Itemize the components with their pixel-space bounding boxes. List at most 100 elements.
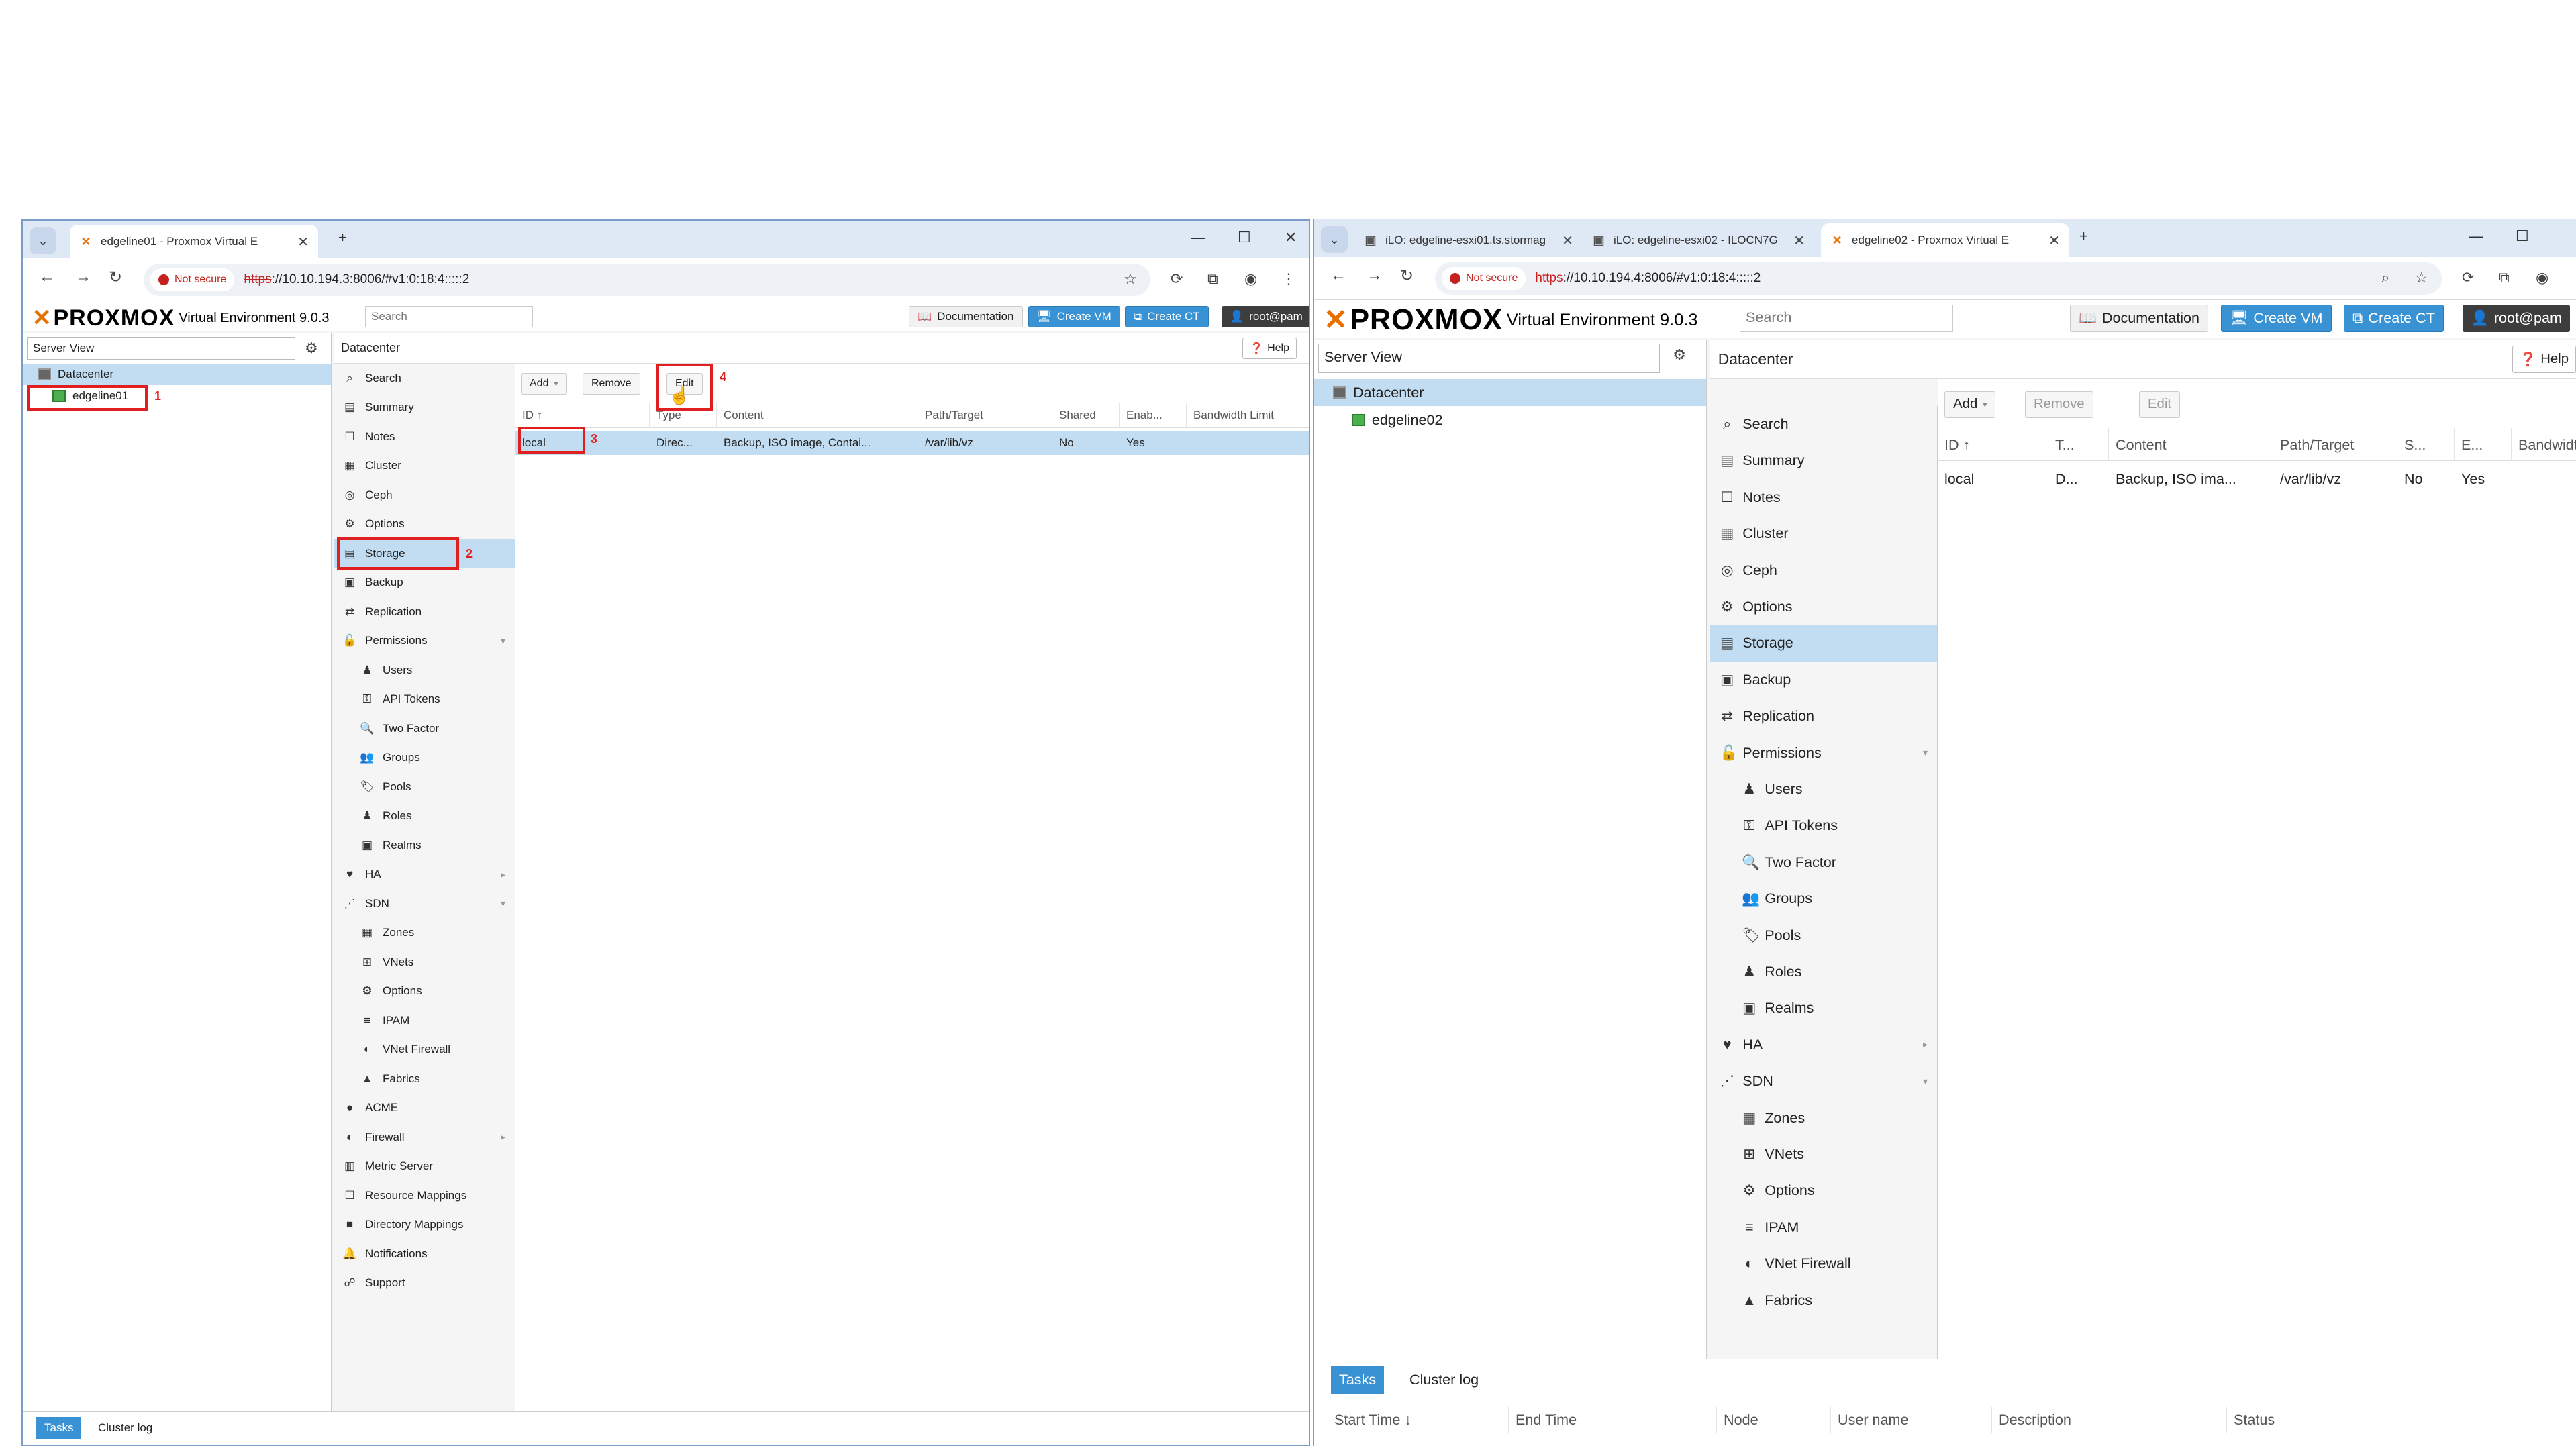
- back-icon[interactable]: ←: [39, 268, 55, 287]
- documentation-button[interactable]: 📖 Documentation: [2070, 305, 2209, 332]
- menu-item-two-factor[interactable]: 🔍 Two Factor: [334, 714, 515, 743]
- menu-item-pools[interactable]: 🏷 Pools: [1710, 917, 1937, 953]
- maximize-icon[interactable]: ☐: [1238, 229, 1251, 246]
- table-row[interactable]: local Direc... Backup, ISO image, Contai..…: [515, 431, 1309, 455]
- menu-item-zones[interactable]: ▦ Zones: [334, 919, 515, 948]
- menu-item-summary[interactable]: ▤ Summary: [1710, 442, 1937, 478]
- menu-item-ha[interactable]: ♥ HA ▸: [1710, 1027, 1937, 1063]
- maximize-icon[interactable]: ☐: [2516, 227, 2529, 245]
- tree-settings-gear-icon[interactable]: ⚙: [1673, 346, 1686, 364]
- reload-icon[interactable]: ↻: [109, 268, 122, 287]
- menu-item-cluster[interactable]: ▦ Cluster: [1710, 515, 1937, 552]
- zoom-icon[interactable]: ⌕: [2381, 269, 2389, 287]
- user-menu-button[interactable]: 👤 root@pam: [1222, 306, 1309, 327]
- tree-item-node[interactable]: edgeline02: [1314, 406, 1706, 433]
- expand-arrow-icon[interactable]: ▸: [501, 1131, 505, 1143]
- browser-tab[interactable]: ▣ iLO: edgeline-esxi02 - ILOCN7G ✕: [1583, 223, 1814, 257]
- expand-arrow-icon[interactable]: ▸: [501, 869, 505, 880]
- menu-item-support[interactable]: ☍ Support: [334, 1269, 515, 1298]
- column-header[interactable]: Bandwidt...: [2512, 428, 2576, 460]
- menu-item-backup[interactable]: ▣ Backup: [334, 568, 515, 598]
- collapse-arrow-icon[interactable]: ▾: [1923, 747, 1928, 758]
- menu-item-sdn[interactable]: ⋰ SDN ▾: [334, 889, 515, 919]
- menu-item-ceph[interactable]: ◎ Ceph: [334, 480, 515, 510]
- create-vm-button[interactable]: 🖥 Create VM: [2221, 305, 2332, 332]
- column-header[interactable]: Path/Target: [918, 403, 1052, 428]
- column-header[interactable]: S...: [2397, 428, 2455, 461]
- not-secure-badge[interactable]: Not secure: [150, 268, 235, 291]
- menu-item-ipam[interactable]: ≡ IPAM: [1710, 1209, 1937, 1245]
- remove-button[interactable]: Remove: [2025, 391, 2093, 419]
- column-header[interactable]: ID ↑: [515, 403, 650, 428]
- menu-item-api-tokens[interactable]: ⚿ API Tokens: [1710, 807, 1937, 843]
- tab-list-button[interactable]: ⌄: [1321, 226, 1348, 253]
- add-button[interactable]: Add ▾: [1944, 391, 1996, 419]
- menu-item-notes[interactable]: ☐ Notes: [1710, 479, 1937, 515]
- puzzle-icon[interactable]: ⧉: [1207, 270, 1218, 288]
- header-search-input[interactable]: Search: [1740, 305, 1953, 332]
- reload-icon[interactable]: ↻: [1400, 266, 1414, 286]
- tab-list-button[interactable]: ⌄: [30, 227, 56, 254]
- profile-avatar-icon[interactable]: ◉: [1244, 270, 1257, 288]
- column-header[interactable]: Path/Target: [2273, 428, 2397, 461]
- menu-item-fabrics[interactable]: ▲ Fabrics: [334, 1064, 515, 1094]
- column-header[interactable]: Enab...: [1120, 403, 1187, 428]
- extension-icon[interactable]: ⟳: [2462, 269, 2474, 287]
- bookmark-star-icon[interactable]: ☆: [1124, 270, 1137, 288]
- browser-menu-icon[interactable]: ⋮: [1281, 270, 1296, 288]
- menu-item-ceph[interactable]: ◎ Ceph: [1710, 552, 1937, 588]
- menu-item-sdn-options[interactable]: ⚙ Options: [1710, 1172, 1937, 1208]
- tab-tasks[interactable]: Tasks: [1331, 1366, 1385, 1394]
- forward-icon[interactable]: →: [75, 268, 91, 287]
- not-secure-badge[interactable]: Not secure: [1442, 267, 1526, 290]
- menu-item-search[interactable]: ⌕ Search: [334, 364, 515, 393]
- task-column-header[interactable]: Status: [2227, 1407, 2576, 1433]
- tree-item-datacenter[interactable]: Datacenter: [1314, 378, 1706, 407]
- menu-item-sdn[interactable]: ⋰ SDN ▾: [1710, 1063, 1937, 1099]
- menu-item-storage[interactable]: ▤ Storage: [1710, 625, 1937, 662]
- menu-item-api-tokens[interactable]: ⚿ API Tokens: [334, 685, 515, 715]
- help-button[interactable]: ❓ Help: [2512, 346, 2576, 373]
- tree-item-datacenter[interactable]: Datacenter: [23, 364, 331, 385]
- menu-item-search[interactable]: ⌕ Search: [1710, 406, 1937, 442]
- collapse-arrow-icon[interactable]: ▾: [1923, 1076, 1928, 1087]
- header-search-input[interactable]: Search: [365, 306, 533, 327]
- column-header[interactable]: ID ↑: [1938, 428, 2048, 461]
- browser-tab[interactable]: ✕ edgeline02 - Proxmox Virtual E ✕: [1821, 223, 2069, 257]
- server-view-select[interactable]: Server View: [1318, 344, 1660, 373]
- create-ct-button[interactable]: ⧉ Create CT: [1125, 306, 1209, 327]
- new-tab-button[interactable]: +: [2079, 227, 2088, 245]
- table-row[interactable]: local D... Backup, ISO ima... /var/lib/vz No…: [1938, 464, 2576, 495]
- menu-item-groups[interactable]: 👥 Groups: [334, 743, 515, 773]
- menu-item-vnets[interactable]: ⊞ VNets: [334, 947, 515, 977]
- menu-item-replication[interactable]: ⇄ Replication: [1710, 698, 1937, 734]
- close-tab-icon[interactable]: ✕: [1793, 232, 1805, 249]
- menu-item-fabrics[interactable]: ▲ Fabrics: [1710, 1282, 1937, 1318]
- menu-item-permissions[interactable]: 🔓 Permissions ▾: [334, 627, 515, 656]
- menu-item-realms[interactable]: ▣ Realms: [334, 831, 515, 860]
- bookmark-star-icon[interactable]: ☆: [2415, 269, 2428, 287]
- tab-tasks[interactable]: Tasks: [36, 1417, 82, 1439]
- menu-item-groups[interactable]: 👥 Groups: [1710, 880, 1937, 917]
- menu-item-zones[interactable]: ▦ Zones: [1710, 1099, 1937, 1135]
- menu-item-ha[interactable]: ♥ HA ▸: [334, 860, 515, 890]
- help-button[interactable]: ❓ Help: [1242, 338, 1297, 359]
- menu-item-metric-server[interactable]: ▥ Metric Server: [334, 1152, 515, 1182]
- menu-item-replication[interactable]: ⇄ Replication: [334, 597, 515, 627]
- menu-item-backup[interactable]: ▣ Backup: [1710, 662, 1937, 698]
- expand-arrow-icon[interactable]: ▸: [1923, 1039, 1928, 1050]
- column-header[interactable]: Bandwidth Limit: [1187, 403, 1307, 428]
- user-menu-button[interactable]: 👤 root@pam: [2463, 305, 2570, 332]
- menu-item-roles[interactable]: ♟ Roles: [334, 802, 515, 831]
- column-header[interactable]: T...: [2048, 428, 2109, 461]
- remove-button[interactable]: Remove: [583, 373, 640, 395]
- menu-item-two-factor[interactable]: 🔍 Two Factor: [1710, 844, 1937, 880]
- server-view-select[interactable]: Server View: [27, 337, 295, 360]
- column-header[interactable]: E...: [2455, 428, 2512, 461]
- menu-item-realms[interactable]: ▣ Realms: [1710, 990, 1937, 1026]
- menu-item-options[interactable]: ⚙ Options: [1710, 588, 1937, 625]
- collapse-arrow-icon[interactable]: ▾: [501, 898, 505, 909]
- edit-button[interactable]: Edit: [2139, 391, 2181, 419]
- minimize-icon[interactable]: —: [1191, 229, 1205, 246]
- menu-item-resource-mappings[interactable]: ☐ Resource Mappings: [334, 1181, 515, 1210]
